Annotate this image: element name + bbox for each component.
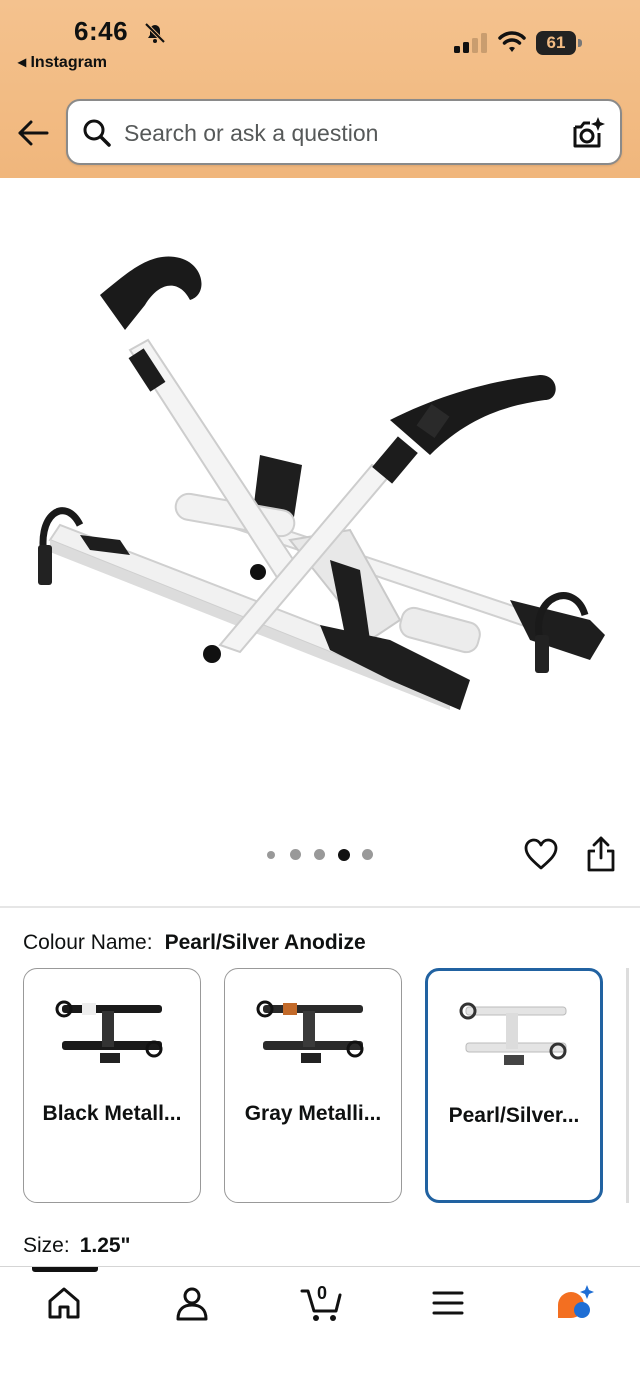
size-row: Size: 1.25" xyxy=(23,1234,131,1258)
status-time: 6:46 xyxy=(74,16,129,46)
rufus-assistant-icon[interactable] xyxy=(554,1283,594,1323)
product-image[interactable] xyxy=(30,240,620,730)
colour-swatch-pearl-selected[interactable]: Pearl/Silver... xyxy=(425,968,603,1203)
carousel-dot[interactable] xyxy=(314,849,325,860)
size-value: 1.25" xyxy=(79,1234,131,1257)
silent-bell-icon xyxy=(144,22,166,44)
back-arrow-icon[interactable] xyxy=(16,116,50,150)
account-icon[interactable] xyxy=(172,1283,212,1323)
signal-icon xyxy=(454,33,487,53)
search-icon xyxy=(83,119,111,147)
image-carousel-dots[interactable] xyxy=(265,847,375,863)
search-bar[interactable]: Search or ask a question xyxy=(66,99,622,165)
size-label: Size: xyxy=(23,1234,70,1257)
swatch-label: Pearl/Silver... xyxy=(448,1104,580,1127)
active-tab-indicator xyxy=(32,1267,98,1272)
section-divider xyxy=(0,906,640,908)
bottom-tab-bar: 0 xyxy=(0,1266,640,1388)
share-icon[interactable] xyxy=(584,836,618,872)
next-swatch-edge[interactable] xyxy=(626,968,629,1203)
swatch-label: Black Metall... xyxy=(42,1102,182,1125)
carousel-dot[interactable] xyxy=(290,849,301,860)
colour-swatch-gray[interactable]: Gray Metalli... xyxy=(224,968,402,1203)
wifi-icon xyxy=(498,31,526,52)
swatch-thumbnail xyxy=(55,1000,163,1063)
colour-swatch-black[interactable]: Black Metall... xyxy=(23,968,201,1203)
battery-indicator: 61 xyxy=(536,31,582,55)
carousel-dot-active[interactable] xyxy=(338,849,350,861)
colour-name-row: Colour Name: Pearl/Silver Anodize xyxy=(23,931,366,955)
cart-button[interactable]: 0 xyxy=(300,1283,344,1323)
home-icon[interactable] xyxy=(44,1283,84,1323)
wishlist-heart-icon[interactable] xyxy=(524,838,558,872)
camera-search-icon[interactable] xyxy=(570,115,606,151)
colour-value: Pearl/Silver Anodize xyxy=(164,931,366,954)
search-input[interactable]: Search or ask a question xyxy=(124,120,378,147)
swatch-thumbnail xyxy=(256,1000,364,1063)
carousel-dot[interactable] xyxy=(362,849,373,860)
back-to-app-link[interactable]: ◂ Instagram xyxy=(18,52,107,72)
swatch-label: Gray Metalli... xyxy=(244,1102,382,1125)
menu-icon[interactable] xyxy=(428,1283,468,1323)
cart-count: 0 xyxy=(317,1283,328,1303)
colour-label: Colour Name: xyxy=(23,931,153,954)
carousel-dot[interactable] xyxy=(267,851,275,859)
app-header: 6:46 ◂ Instagram 61 Search or ask a ques… xyxy=(0,0,640,178)
swatch-thumbnail xyxy=(459,1002,567,1065)
